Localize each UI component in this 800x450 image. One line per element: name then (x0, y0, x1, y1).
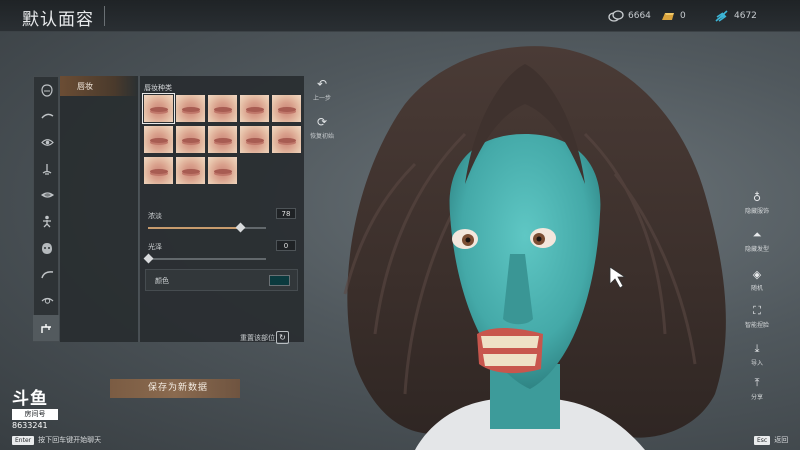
character-preview[interactable] (315, 34, 745, 450)
import-label: 导入 (750, 360, 763, 367)
lip-swatch[interactable] (239, 125, 270, 154)
lip-swatch[interactable] (207, 94, 238, 123)
stream-watermark: 斗鱼 房间号 8633241 (12, 390, 64, 430)
page-title: 默认面容 (22, 10, 94, 30)
intensity-slider-handle[interactable] (235, 222, 246, 233)
lip-swatch[interactable] (175, 156, 206, 185)
lip-swatch[interactable] (143, 156, 174, 185)
chat-hint-text: 按下回车键开始聊天 (38, 436, 102, 444)
section-title: 唇妆种类 (144, 84, 172, 92)
hide-clothes-button[interactable]: ♁ 隐藏服饰 (732, 191, 782, 215)
category-icon-column (33, 76, 59, 342)
room-number: 8633241 (12, 421, 48, 430)
random-dice-icon: ◈ (752, 268, 762, 281)
douyu-logo: 斗鱼 (12, 389, 48, 409)
nose-icon[interactable] (40, 162, 54, 176)
silver-coin-icon (608, 10, 624, 22)
eyebrow-icon[interactable] (40, 109, 54, 123)
color-swatch[interactable] (269, 275, 290, 286)
smart-photo-icon: ⛶ (753, 304, 761, 317)
esc-hint-text: 返回 (774, 436, 789, 444)
title-divider (104, 6, 105, 26)
lip-swatch[interactable] (207, 125, 238, 154)
smart-face-button[interactable]: ⛶ 智能捏脸 (732, 304, 782, 329)
lip-makeup-panel: 唇妆种类 浓淡 78 光泽 0 颜色 重置该部位 (139, 76, 304, 342)
hide-clothes-label: 隐藏服饰 (744, 208, 769, 215)
makeup-brush-icon[interactable] (33, 315, 59, 341)
enter-key-badge[interactable]: Enter (12, 435, 35, 445)
currency-silver: 6664 (608, 10, 651, 22)
gold-bar-icon (662, 13, 674, 20)
room-tag: 房间号 (12, 409, 58, 420)
save-as-new-button[interactable]: 保存为新数据 (110, 379, 240, 398)
reset-part-icon[interactable]: ↻ (276, 331, 289, 344)
lip-swatch[interactable] (239, 94, 270, 123)
intensity-slider-fill (148, 227, 241, 229)
gold-amount: 0 (680, 11, 686, 21)
share-button[interactable]: ⤒ 分享 (732, 376, 782, 401)
feather-amount: 4672 (734, 11, 757, 21)
hide-hair-button[interactable]: ⏶ 隐藏发型 (732, 228, 782, 253)
random-button[interactable]: ◈ 随机 (732, 268, 782, 292)
silver-amount: 6664 (628, 11, 651, 21)
top-bar: 默认面容 6664 0 4672 (0, 0, 800, 32)
reset-part-label[interactable]: 重置该部位 (240, 333, 275, 343)
lip-swatch[interactable] (175, 125, 206, 154)
feather-icon (715, 10, 728, 22)
intensity-label: 浓淡 (148, 212, 162, 220)
lip-swatch[interactable] (207, 156, 238, 185)
lip-swatch[interactable] (175, 94, 206, 123)
color-picker-row[interactable]: 颜色 (145, 269, 298, 291)
lip-swatch[interactable] (271, 94, 302, 123)
smart-face-label: 智能捏脸 (744, 322, 769, 329)
esc-hint[interactable]: Esc 返回 (754, 435, 788, 445)
import-button[interactable]: ⤓ 导入 (732, 342, 782, 367)
gloss-value[interactable]: 0 (276, 240, 296, 251)
face-mask-icon[interactable] (40, 241, 54, 255)
random-label: 随机 (750, 285, 763, 292)
body-icon[interactable] (40, 214, 54, 228)
lip-swatch[interactable] (143, 125, 174, 154)
gloss-slider[interactable] (143, 253, 266, 264)
share-icon: ⤒ (754, 376, 760, 389)
import-icon: ⤓ (754, 342, 760, 355)
currency-gold: 0 (660, 10, 686, 22)
intensity-slider[interactable] (148, 222, 266, 233)
brow-arc-icon[interactable] (40, 267, 54, 281)
ear-icon[interactable] (40, 293, 54, 307)
eye-icon[interactable] (40, 135, 54, 149)
mouth-icon[interactable] (40, 188, 54, 202)
esc-key-badge[interactable]: Esc (754, 435, 771, 445)
color-label: 颜色 (155, 277, 169, 285)
hide-hair-icon: ⏶ (752, 228, 762, 241)
lip-swatch[interactable] (142, 93, 175, 124)
head-shape-icon[interactable] (40, 83, 54, 97)
hide-hair-label: 隐藏发型 (744, 246, 769, 253)
gloss-slider-handle[interactable] (143, 253, 154, 264)
chat-hint: Enter 按下回车键开始聊天 (12, 435, 101, 445)
gloss-label: 光泽 (148, 243, 162, 251)
lip-swatch[interactable] (271, 125, 302, 154)
currency-feather: 4672 (714, 10, 757, 22)
submenu-column: 唇妆 (60, 76, 138, 342)
share-label: 分享 (750, 394, 763, 401)
intensity-value[interactable]: 78 (276, 208, 296, 219)
submenu-item-lip-makeup[interactable]: 唇妆 (60, 76, 138, 96)
hide-clothes-icon: ♁ (752, 191, 762, 204)
